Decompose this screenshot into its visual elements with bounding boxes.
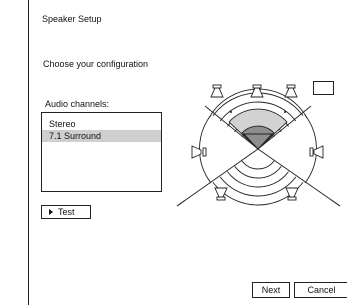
window-title: Speaker Setup: [42, 14, 102, 24]
speaker-icon-side-right: [309, 145, 324, 159]
arc-outer-top: [208, 88, 308, 119]
ring-3: [219, 110, 297, 188]
audio-channels-label: Audio channels:: [45, 99, 110, 109]
wedge-line-right: [257, 148, 341, 207]
speaker-icon-front-right: [284, 84, 298, 98]
audio-channels-list[interactable]: Stereo 7.1 Surround: [41, 112, 162, 192]
listener-icon: [242, 133, 274, 150]
next-button[interactable]: Next: [252, 282, 290, 298]
test-button-label: Test: [58, 207, 75, 217]
arc-outer-right: [304, 114, 317, 184]
wedge-mask-left: [185, 95, 258, 203]
ring-5: [201, 92, 315, 206]
speaker-icon-rear-left: [214, 187, 228, 201]
subwoofer-box: [313, 81, 334, 95]
test-button[interactable]: Test: [41, 205, 91, 219]
arc-outer-left: [199, 114, 212, 184]
ring-2: [228, 119, 288, 179]
ring-4: [210, 101, 306, 197]
wedge-mask-right: [258, 95, 331, 203]
wedge-line-right: [257, 148, 341, 207]
front-sector-inner: [241, 125, 275, 150]
speaker-setup-window: Speaker Setup Choose your configuration …: [28, 0, 347, 305]
speaker-icon-front-left: [210, 84, 224, 98]
speaker-icon-front-center: [250, 84, 264, 98]
speaker-icon-rear-right: [285, 187, 299, 201]
ring-1: [237, 128, 279, 170]
configuration-prompt: Choose your configuration: [43, 59, 149, 69]
list-item-stereo[interactable]: Stereo: [42, 118, 161, 130]
wedge-line-left: [176, 148, 259, 207]
speaker-icon-side-left: [191, 145, 207, 159]
list-item-7-1-surround[interactable]: 7.1 Surround: [42, 130, 161, 142]
wedge-line-upper-right: [257, 105, 312, 150]
front-sector-outer: [228, 108, 288, 150]
play-triangle-icon: [49, 209, 53, 215]
wedge-line-left: [176, 148, 259, 207]
wedge-line-upper-left: [204, 105, 259, 150]
cancel-button[interactable]: Cancel: [294, 282, 347, 298]
